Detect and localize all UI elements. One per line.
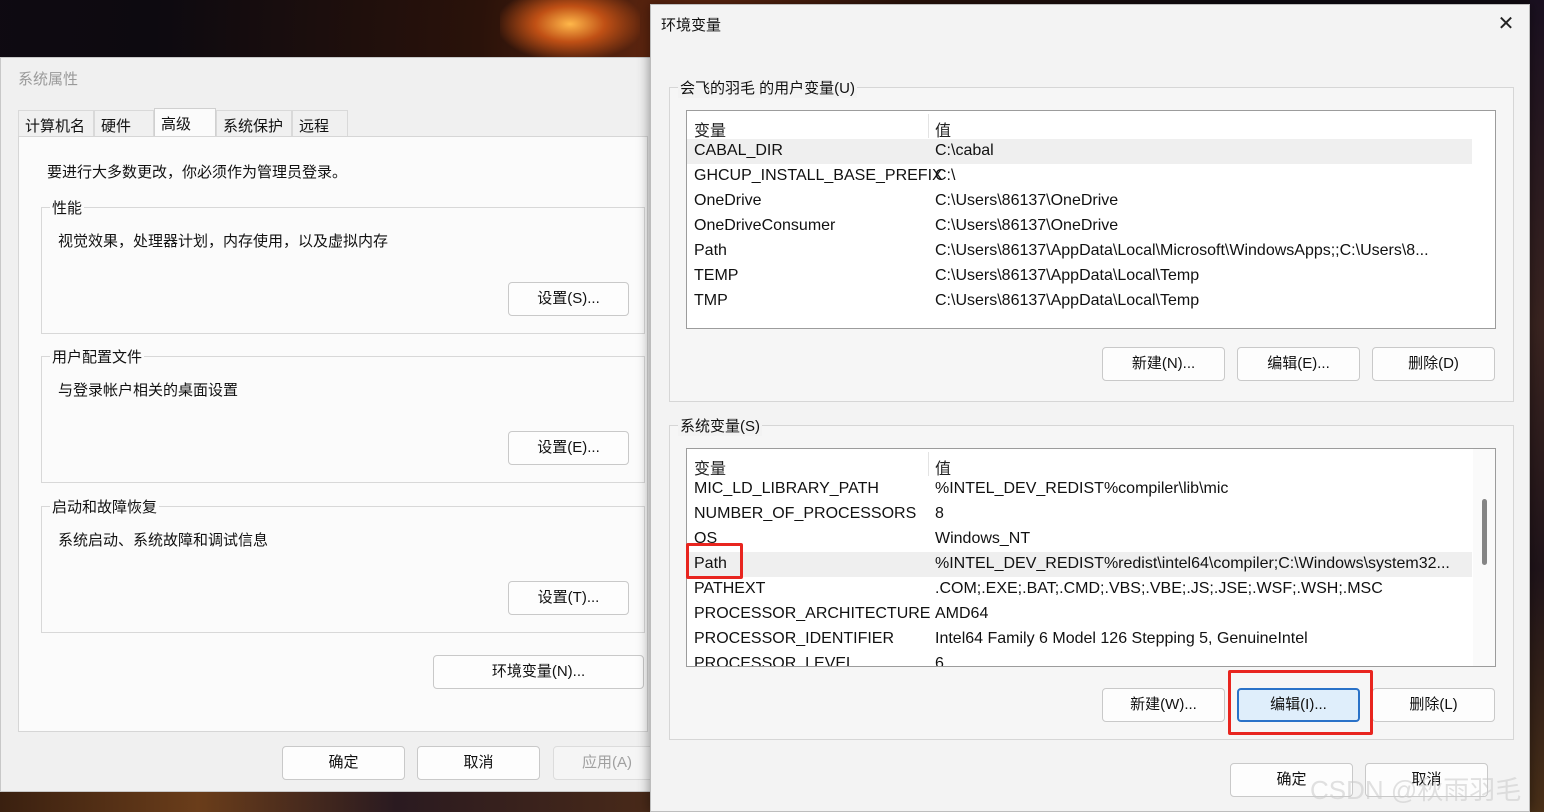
startup-recovery-group: 启动和故障恢复 系统启动、系统故障和调试信息 设置(T)... — [41, 496, 645, 633]
startup-recovery-settings-button[interactable]: 设置(T)... — [508, 581, 629, 615]
user-variables-list[interactable]: 变量 值 CABAL_DIR C:\cabal GHCUP_INSTALL_BA… — [686, 110, 1496, 329]
vertical-scrollbar[interactable] — [1473, 449, 1495, 666]
variable-value: C:\Users\86137\OneDrive — [935, 192, 1119, 209]
variable-value: C:\Users\86137\AppData\Local\Temp — [935, 267, 1200, 284]
variable-name: Path — [694, 242, 727, 259]
system-variables-list[interactable]: 变量 值 MIC_LD_LIBRARY_PATH %INTEL_DEV_REDI… — [686, 448, 1496, 667]
variable-name: TMP — [694, 292, 728, 309]
variable-value: C:\Users\86137\OneDrive — [935, 217, 1119, 234]
user-delete-button[interactable]: 删除(D) — [1372, 347, 1495, 381]
startup-recovery-description: 系统启动、系统故障和调试信息 — [58, 532, 269, 549]
scrollbar-thumb[interactable] — [1482, 499, 1487, 565]
system-new-button[interactable]: 新建(W)... — [1102, 688, 1225, 722]
system-delete-button[interactable]: 删除(L) — [1372, 688, 1495, 722]
variable-value: 6 — [935, 655, 944, 667]
user-profiles-description: 与登录帐户相关的桌面设置 — [58, 382, 239, 399]
performance-settings-button[interactable]: 设置(S)... — [508, 282, 629, 316]
performance-description: 视觉效果，处理器计划，内存使用，以及虚拟内存 — [58, 233, 389, 250]
user-new-button[interactable]: 新建(N)... — [1102, 347, 1225, 381]
variable-value: C:\ — [935, 167, 956, 184]
list-item[interactable]: GHCUP_INSTALL_BASE_PREFIX C:\ — [687, 164, 1472, 189]
system-properties-window: 系统属性 计算机名 硬件 高级 系统保护 远程 要进行大多数更改，你必须作为管理… — [0, 57, 661, 792]
header-value[interactable]: 值 — [935, 455, 951, 479]
variable-name: PROCESSOR_ARCHITECTURE — [694, 605, 931, 622]
list-item[interactable]: OneDriveConsumer C:\Users\86137\OneDrive — [687, 214, 1472, 239]
background-light — [500, 0, 640, 60]
startup-recovery-title: 启动和故障恢复 — [50, 496, 160, 517]
variable-value: Intel64 Family 6 Model 126 Stepping 5, G… — [935, 630, 1308, 647]
watermark: CSDN @秋雨羽毛 — [1310, 775, 1522, 805]
variable-name: GHCUP_INSTALL_BASE_PREFIX — [694, 167, 943, 184]
tab-advanced[interactable]: 高级 — [154, 108, 216, 138]
variable-name: OneDrive — [694, 192, 762, 209]
variable-value: C:\cabal — [935, 142, 994, 159]
list-item[interactable]: TMP C:\Users\86137\AppData\Local\Temp — [687, 289, 1472, 314]
apply-button[interactable]: 应用(A) — [553, 746, 661, 780]
variable-value: Windows_NT — [935, 530, 1031, 547]
column-divider[interactable] — [928, 114, 929, 138]
list-item[interactable]: NUMBER_OF_PROCESSORS 8 — [687, 502, 1472, 527]
variable-value: 8 — [935, 505, 944, 522]
user-edit-button[interactable]: 编辑(E)... — [1237, 347, 1360, 381]
list-item[interactable]: MIC_LD_LIBRARY_PATH %INTEL_DEV_REDIST%co… — [687, 477, 1472, 502]
variable-name: PROCESSOR_IDENTIFIER — [694, 630, 895, 647]
system-variables-group: 系统变量(S) 变量 值 MIC_LD_LIBRARY_PATH %INTEL_… — [669, 415, 1514, 740]
variable-value: %INTEL_DEV_REDIST%redist\intel64\compile… — [935, 555, 1450, 572]
close-icon[interactable]: ✕ — [1495, 13, 1517, 35]
header-variable[interactable]: 变量 — [694, 455, 726, 479]
tab-remote[interactable]: 远程 — [292, 110, 348, 136]
list-item[interactable]: OS Windows_NT — [687, 527, 1472, 552]
environment-variables-dialog: 环境变量 ✕ 会飞的羽毛 的用户变量(U) 变量 值 CABAL_DIR C:\… — [650, 4, 1530, 812]
variable-value: %INTEL_DEV_REDIST%compiler\lib\mic — [935, 480, 1229, 497]
header-variable[interactable]: 变量 — [694, 117, 726, 141]
tab-hardware[interactable]: 硬件 — [94, 110, 154, 136]
variable-value: .COM;.EXE;.BAT;.CMD;.VBS;.VBE;.JS;.JSE;.… — [935, 580, 1383, 597]
variable-value: C:\Users\86137\AppData\Local\Microsoft\W… — [935, 242, 1429, 259]
list-item[interactable]: TEMP C:\Users\86137\AppData\Local\Temp — [687, 264, 1472, 289]
tab-system-protection[interactable]: 系统保护 — [216, 110, 292, 136]
variable-value: C:\Users\86137\AppData\Local\Temp — [935, 292, 1200, 309]
list-item[interactable]: PROCESSOR_IDENTIFIER Intel64 Family 6 Mo… — [687, 627, 1472, 652]
system-variables-title: 系统变量(S) — [678, 415, 762, 436]
dialog-title: 环境变量 — [661, 17, 722, 34]
variable-name: PROCESSOR_LEVEL — [694, 655, 855, 667]
performance-title: 性能 — [50, 197, 85, 218]
path-highlight-box — [686, 543, 743, 579]
variable-name: CABAL_DIR — [694, 142, 783, 159]
admin-notice: 要进行大多数更改，你必须作为管理员登录。 — [47, 164, 348, 181]
variable-name: OneDriveConsumer — [694, 217, 836, 234]
background-edge — [1530, 0, 1544, 812]
advanced-tab-panel: 要进行大多数更改，你必须作为管理员登录。 性能 视觉效果，处理器计划，内存使用，… — [18, 136, 648, 732]
user-profiles-title: 用户配置文件 — [50, 346, 145, 367]
list-header: 变量 值 — [687, 114, 1472, 141]
variable-value: AMD64 — [935, 605, 989, 622]
list-item[interactable]: PROCESSOR_LEVEL 6 — [687, 652, 1472, 667]
list-item[interactable]: PATHEXT .COM;.EXE;.BAT;.CMD;.VBS;.VBE;.J… — [687, 577, 1472, 602]
ok-button[interactable]: 确定 — [282, 746, 405, 780]
list-item[interactable]: PROCESSOR_ARCHITECTURE AMD64 — [687, 602, 1472, 627]
variable-name: TEMP — [694, 267, 739, 284]
list-item[interactable]: Path C:\Users\86137\AppData\Local\Micros… — [687, 239, 1472, 264]
list-item[interactable]: CABAL_DIR C:\cabal — [687, 139, 1472, 164]
user-profiles-settings-button[interactable]: 设置(E)... — [508, 431, 629, 465]
tab-computer-name[interactable]: 计算机名 — [18, 110, 94, 136]
variable-name: PATHEXT — [694, 580, 766, 597]
environment-variables-button[interactable]: 环境变量(N)... — [433, 655, 644, 689]
variable-name: NUMBER_OF_PROCESSORS — [694, 505, 917, 522]
cancel-button[interactable]: 取消 — [417, 746, 540, 780]
variable-name: MIC_LD_LIBRARY_PATH — [694, 480, 879, 497]
edit-button-highlight-box — [1228, 670, 1373, 735]
window-title: 系统属性 — [18, 71, 79, 88]
list-header: 变量 值 — [687, 452, 1472, 479]
user-variables-title: 会飞的羽毛 的用户变量(U) — [678, 77, 857, 98]
list-item-selected[interactable]: Path %INTEL_DEV_REDIST%redist\intel64\co… — [687, 552, 1472, 577]
user-variables-group: 会飞的羽毛 的用户变量(U) 变量 值 CABAL_DIR C:\cabal G… — [669, 77, 1514, 402]
performance-group: 性能 视觉效果，处理器计划，内存使用，以及虚拟内存 设置(S)... — [41, 197, 645, 334]
header-value[interactable]: 值 — [935, 117, 951, 141]
user-profiles-group: 用户配置文件 与登录帐户相关的桌面设置 设置(E)... — [41, 346, 645, 483]
column-divider[interactable] — [928, 452, 929, 476]
list-item[interactable]: OneDrive C:\Users\86137\OneDrive — [687, 189, 1472, 214]
